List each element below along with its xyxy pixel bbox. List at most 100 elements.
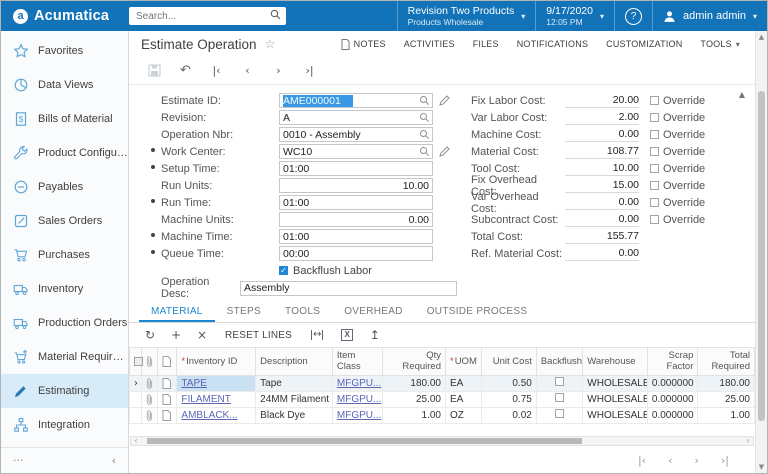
reset-lines-button[interactable]: RESET LINES bbox=[215, 330, 302, 341]
horizontal-scroll-thumb[interactable] bbox=[147, 438, 583, 444]
cost-value[interactable]: 108.77 bbox=[565, 145, 639, 159]
grid-row-filament[interactable]: FILAMENT 24MM Filament MFGPU... 25.00 EA… bbox=[129, 390, 755, 408]
sidebar-item-estimating[interactable]: Estimating bbox=[1, 374, 128, 408]
estimate-id-input[interactable]: AME000001 bbox=[279, 93, 433, 108]
note-icon[interactable] bbox=[157, 406, 178, 424]
user-menu[interactable]: admin admin ▾ bbox=[652, 1, 767, 31]
warehouse-cell[interactable]: WHOLESALE bbox=[582, 390, 648, 408]
notifications-button[interactable]: NOTIFICATIONS bbox=[508, 39, 597, 49]
override-checkbox[interactable] bbox=[650, 215, 659, 224]
qty-required-cell[interactable]: 180.00 bbox=[382, 374, 446, 392]
backflush-checkbox[interactable] bbox=[555, 409, 565, 419]
grid-settings-icon[interactable] bbox=[129, 347, 143, 376]
tab-material[interactable]: MATERIAL bbox=[139, 301, 215, 322]
first-page-button[interactable]: |‹ bbox=[638, 454, 646, 467]
tab-overhead[interactable]: OVERHEAD bbox=[332, 301, 415, 322]
cost-value[interactable]: 10.00 bbox=[565, 162, 639, 176]
add-row-button[interactable]: + bbox=[163, 328, 189, 342]
description-cell[interactable]: 24MM Filament bbox=[255, 390, 333, 408]
operation-desc-input[interactable]: Assembly bbox=[240, 280, 457, 296]
fit-to-screen-icon[interactable]: ↔ bbox=[311, 330, 324, 340]
first-record-button[interactable]: |‹ bbox=[201, 64, 232, 77]
uom-cell[interactable]: EA bbox=[444, 390, 483, 408]
cost-value[interactable]: 0.00 bbox=[565, 213, 639, 227]
scroll-right-icon[interactable]: › bbox=[743, 437, 753, 445]
col-header-qty-required[interactable]: Qty Required bbox=[382, 347, 446, 376]
customization-button[interactable]: CUSTOMIZATION bbox=[597, 39, 691, 49]
help-button[interactable]: ? bbox=[614, 1, 652, 31]
warehouse-cell[interactable]: WHOLESALE bbox=[582, 374, 648, 392]
override-checkbox[interactable] bbox=[650, 181, 659, 190]
backflush-labor-checkbox[interactable]: ✓ bbox=[279, 266, 288, 275]
total-required-cell[interactable]: 180.00 bbox=[697, 374, 755, 392]
col-header-warehouse[interactable]: Warehouse bbox=[582, 347, 648, 376]
operation-nbr-input[interactable]: 0010 - Assembly bbox=[279, 127, 433, 142]
horizontal-scrollbar[interactable]: ‹ › bbox=[130, 436, 754, 446]
scrap-factor-cell[interactable]: 0.000000 bbox=[646, 406, 699, 424]
unit-cost-cell[interactable]: 0.75 bbox=[481, 390, 537, 408]
inventory-id-cell[interactable]: AMBLACK... bbox=[176, 406, 257, 424]
sidebar-item-production-orders[interactable]: Production Orders bbox=[1, 306, 128, 340]
scroll-up-icon[interactable]: ▲ bbox=[756, 33, 767, 41]
override-checkbox[interactable] bbox=[650, 198, 659, 207]
item-class-cell[interactable]: MFGPU... bbox=[331, 374, 384, 392]
col-header-uom[interactable]: *UOM bbox=[444, 347, 483, 376]
tab-outside-process[interactable]: OUTSIDE PROCESS bbox=[415, 301, 540, 322]
refresh-button[interactable]: ↻ bbox=[137, 328, 163, 342]
backflush-cell[interactable] bbox=[535, 390, 584, 408]
cancel-undo-button[interactable]: ↶ bbox=[170, 63, 201, 78]
description-cell[interactable]: Tape bbox=[255, 374, 333, 392]
tab-steps[interactable]: STEPS bbox=[215, 301, 273, 322]
export-to-excel-icon[interactable]: X bbox=[341, 329, 353, 341]
col-header-backflush[interactable]: Backflush bbox=[535, 347, 584, 376]
setup-time-input[interactable]: 01:00 bbox=[279, 161, 433, 176]
sidebar-item-favorites[interactable]: Favorites bbox=[1, 34, 128, 68]
tools-button[interactable]: TOOLS ▾ bbox=[691, 39, 749, 49]
next-record-button[interactable]: › bbox=[263, 64, 294, 77]
col-header-inventory-id[interactable]: *Inventory ID bbox=[176, 347, 257, 376]
machine-units-input[interactable]: 0.00 bbox=[279, 212, 433, 227]
lookup-icon[interactable] bbox=[419, 112, 430, 123]
machine-time-input[interactable]: 01:00 bbox=[279, 229, 433, 244]
acumatica-logo[interactable]: a Acumatica bbox=[1, 1, 129, 31]
backflush-checkbox[interactable] bbox=[555, 377, 565, 387]
previous-page-button[interactable]: ‹ bbox=[668, 454, 672, 467]
lookup-icon[interactable] bbox=[419, 129, 430, 140]
scrap-factor-cell[interactable]: 0.000000 bbox=[646, 374, 699, 392]
next-page-button[interactable]: › bbox=[694, 454, 698, 467]
edit-pencil-icon[interactable] bbox=[439, 146, 450, 157]
datetime-selector[interactable]: 9/17/2020 12:05 PM ▾ bbox=[535, 1, 614, 31]
lookup-icon[interactable] bbox=[419, 95, 430, 106]
activities-button[interactable]: ACTIVITIES bbox=[395, 39, 464, 49]
override-checkbox[interactable] bbox=[650, 147, 659, 156]
sidebar-item-purchases[interactable]: Purchases bbox=[1, 238, 128, 272]
item-class-cell[interactable]: MFGPU... bbox=[331, 390, 384, 408]
search-input[interactable] bbox=[129, 7, 286, 25]
scroll-down-icon[interactable]: ▼ bbox=[756, 463, 767, 471]
cost-value[interactable]: 2.00 bbox=[565, 111, 639, 125]
col-header-description[interactable]: Description bbox=[255, 347, 333, 376]
col-header-total-required[interactable]: Total Required bbox=[697, 347, 755, 376]
run-time-input[interactable]: 01:00 bbox=[279, 195, 433, 210]
sidebar-item-bills-of-material[interactable]: $ Bills of Material bbox=[1, 102, 128, 136]
warehouse-cell[interactable]: WHOLESALE bbox=[582, 406, 648, 424]
inventory-id-cell[interactable]: FILAMENT bbox=[176, 390, 257, 408]
override-checkbox[interactable] bbox=[650, 130, 659, 139]
unit-cost-cell[interactable]: 0.50 bbox=[481, 374, 537, 392]
override-checkbox[interactable] bbox=[650, 96, 659, 105]
sidebar-item-inventory[interactable]: Inventory bbox=[1, 272, 128, 306]
scroll-left-icon[interactable]: ‹ bbox=[131, 437, 141, 445]
sidebar-item-sales-orders[interactable]: Sales Orders bbox=[1, 204, 128, 238]
work-center-input[interactable]: WC10 bbox=[279, 144, 433, 159]
cost-value[interactable]: 0.00 bbox=[565, 128, 639, 142]
queue-time-input[interactable]: 00:00 bbox=[279, 246, 433, 261]
revision-input[interactable]: A bbox=[279, 110, 433, 125]
uom-cell[interactable]: OZ bbox=[444, 406, 483, 424]
override-checkbox[interactable] bbox=[650, 113, 659, 122]
run-units-input[interactable]: 10.00 bbox=[279, 178, 433, 193]
vertical-scroll-thumb[interactable] bbox=[758, 91, 765, 421]
sidebar-item-integration[interactable]: Integration bbox=[1, 408, 128, 442]
grid-row-tape[interactable]: › TAPE Tape MFGPU... 180.00 EA 0.50 WHOL… bbox=[129, 374, 755, 392]
unit-cost-cell[interactable]: 0.02 bbox=[481, 406, 537, 424]
item-class-cell[interactable]: MFGPU... bbox=[331, 406, 384, 424]
